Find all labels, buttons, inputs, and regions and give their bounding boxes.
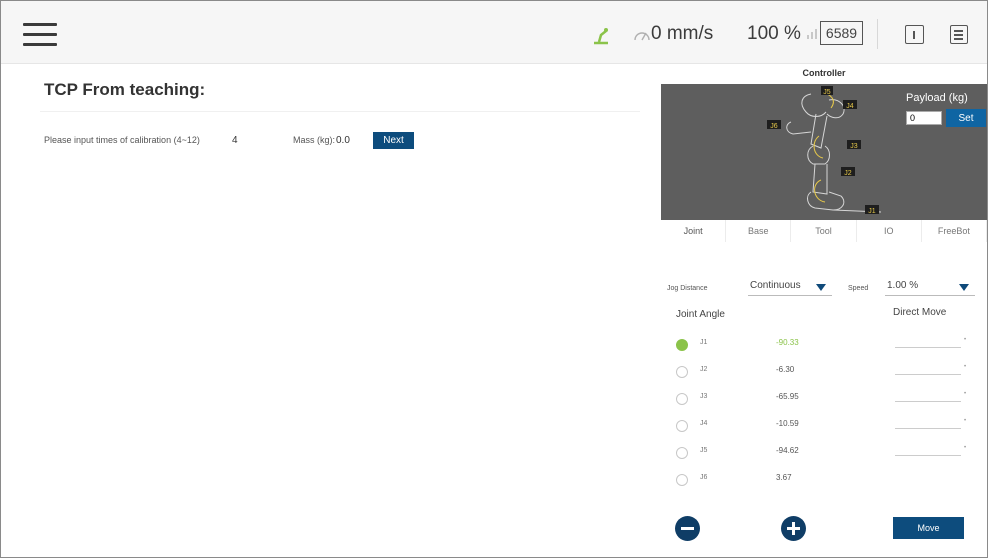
robot-3d-view[interactable]: J5 J4 J6 J3 J2 J1 [661,84,987,220]
controller-title: Controller [802,68,846,78]
chevron-down-icon [816,284,826,291]
speed-value: 1.00 % [887,280,919,291]
direct-move-input-j1[interactable] [895,332,961,348]
svg-text:J4: J4 [846,103,854,110]
joint-radio-j3[interactable] [676,393,688,405]
tab-freebot[interactable]: FreeBot [922,220,988,242]
menu-icon[interactable] [23,23,57,47]
speed-select[interactable]: 1.00 % [885,280,975,296]
tab-base[interactable]: Base [726,220,792,242]
mass-input[interactable] [333,128,357,152]
joint-row-j5: J5 -94.62 • [676,440,976,464]
svg-text:J3: J3 [850,143,858,150]
joint-angle-value: -90.33 [776,338,799,347]
joint-radio-j4[interactable] [676,420,688,432]
joint-angle-value: -6.30 [776,365,795,374]
move-button[interactable]: Move [893,517,964,539]
joint-name: J4 [700,420,708,427]
robot-arm-icon [594,28,608,45]
log-icon[interactable] [950,25,968,44]
joint-angle-value: 3.67 [776,473,792,482]
page-title: TCP From teaching: [44,80,206,99]
joint-angle-value: -94.62 [776,446,799,455]
svg-text:J5: J5 [823,89,831,96]
joint-angle-value: -65.95 [776,392,799,401]
speed-icon [634,32,650,41]
jog-distance-value: Continuous [750,280,801,291]
direct-move-input-j4[interactable] [895,413,961,429]
divider [877,19,878,49]
set-payload-button[interactable]: Set [946,109,986,127]
joint-name: J6 [700,474,708,481]
tcp-speed-readout: 0 mm/s [651,23,714,44]
calibration-times-label: Please input times of calibration (4~12) [44,135,200,145]
top-bar: 0 mm/s 100 % 6589 [1,1,987,64]
payload-input[interactable] [906,111,942,125]
tab-tool[interactable]: Tool [791,220,857,242]
payload-label: Payload (kg) [906,92,968,104]
chevron-down-icon [959,284,969,291]
unit-mark: • [964,418,967,424]
speed-label: Speed [848,285,869,292]
direct-move-input-j5[interactable] [895,440,961,456]
svg-text:J6: J6 [770,123,778,130]
jog-minus-button[interactable] [675,516,700,541]
joint-name: J1 [700,339,708,346]
joint-row-j6: J6 3.67 [676,469,976,491]
joint-row-j4: J4 -10.59 • [676,413,976,437]
joint-row-j3: J3 -65.95 • [676,386,976,410]
joint-radio-j5[interactable] [676,447,688,459]
counter-badge: 6589 [820,21,863,45]
next-button[interactable]: Next [373,132,414,149]
controller-tabs: Joint Base Tool IO FreeBot [661,220,988,242]
unit-mark: • [964,337,967,343]
unit-mark: • [964,391,967,397]
direct-move-header: Direct Move [893,307,947,318]
svg-text:J2: J2 [844,170,852,177]
signal-icon [807,29,817,39]
direct-move-input-j3[interactable] [895,386,961,402]
mass-label: Mass (kg): [293,135,336,145]
unit-mark: • [964,364,967,370]
jog-distance-select[interactable]: Continuous [748,280,832,296]
jog-plus-button[interactable] [781,516,806,541]
divider [40,111,640,112]
joint-row-j1: J1 -90.33 • [676,332,976,356]
direct-move-input-j2[interactable] [895,359,961,375]
speed-percent-readout: 100 % [747,23,801,44]
joint-row-j2: J2 -6.30 • [676,359,976,383]
robot-model-icon: J5 J4 J6 J3 J2 J1 [767,86,882,215]
joint-radio-j6[interactable] [676,474,688,486]
joint-radio-j1[interactable] [676,339,688,351]
jog-distance-label: Jog Distance [667,285,708,292]
tab-joint[interactable]: Joint [661,220,727,242]
joint-name: J2 [700,366,708,373]
calibration-times-input[interactable] [226,128,250,152]
svg-text:J1: J1 [868,208,876,215]
tab-io[interactable]: IO [857,220,922,242]
joint-name: J5 [700,447,708,454]
joint-angle-value: -10.59 [776,419,799,428]
joint-radio-j2[interactable] [676,366,688,378]
joint-name: J3 [700,393,708,400]
info-icon[interactable] [905,25,924,44]
unit-mark: • [964,445,967,451]
joint-angle-header: Joint Angle [676,309,725,320]
